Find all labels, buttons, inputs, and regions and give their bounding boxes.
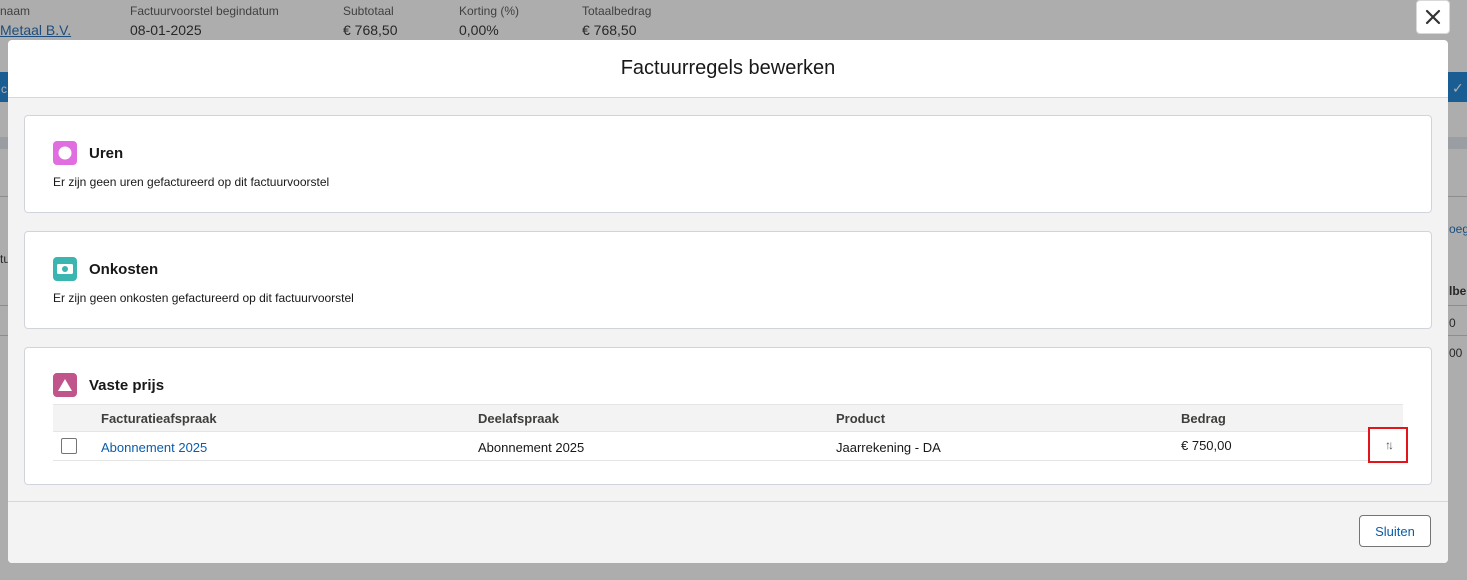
- section-title: Onkosten: [89, 260, 159, 278]
- section-uren: Uren Er zijn geen uren gefactureerd op d…: [24, 115, 1432, 213]
- column-header-bedrag[interactable]: Bedrag: [1181, 411, 1226, 426]
- triangle-icon: [53, 373, 77, 397]
- section-header: Onkosten: [53, 257, 158, 281]
- bedrag-cell: € 750,00: [1181, 438, 1232, 453]
- close-button[interactable]: Sluiten: [1359, 515, 1431, 547]
- row-checkbox[interactable]: [61, 438, 77, 454]
- empty-message: Er zijn geen onkosten gefactureerd op di…: [53, 291, 354, 305]
- close-modal-button[interactable]: [1416, 0, 1450, 34]
- row-action-button[interactable]: ↑↓: [1368, 427, 1408, 463]
- section-header: Vaste prijs: [53, 373, 164, 397]
- column-header-deelafspraak[interactable]: Deelafspraak: [478, 411, 559, 426]
- section-title: Uren: [89, 144, 124, 162]
- section-header: Uren: [53, 141, 123, 165]
- fixed-price-table: Facturatieafspraak Deelafspraak Product …: [53, 404, 1408, 463]
- clock-icon: [53, 141, 77, 165]
- modal-header: Factuurregels bewerken: [8, 40, 1448, 98]
- money-icon: [53, 257, 77, 281]
- section-onkosten: Onkosten Er zijn geen onkosten gefacture…: [24, 231, 1432, 329]
- close-icon: [1425, 9, 1441, 25]
- empty-message: Er zijn geen uren gefactureerd op dit fa…: [53, 175, 330, 189]
- modal-footer: Sluiten: [8, 501, 1448, 563]
- deelafspraak-cell: Abonnement 2025: [478, 440, 585, 455]
- table-row: Abonnement 2025 Abonnement 2025 Jaarreke…: [53, 427, 1408, 463]
- section-title: Vaste prijs: [89, 376, 165, 394]
- modal-title: Factuurregels bewerken: [620, 57, 836, 79]
- facturatieafspraak-link[interactable]: Abonnement 2025: [101, 440, 207, 455]
- product-cell: Jaarrekening - DA: [836, 440, 941, 455]
- modal-body: Uren Er zijn geen uren gefactureerd op d…: [8, 98, 1448, 501]
- edit-invoice-lines-modal: Factuurregels bewerken Uren Er zijn geen…: [8, 40, 1448, 563]
- column-header-product[interactable]: Product: [836, 411, 885, 426]
- swap-arrows-icon: ↑↓: [1385, 438, 1394, 452]
- section-vaste-prijs: Vaste prijs Facturatieafspraak Deelafspr…: [24, 347, 1432, 485]
- table-header: Facturatieafspraak Deelafspraak Product …: [53, 404, 1403, 432]
- column-header-facturatieafspraak[interactable]: Facturatieafspraak: [101, 411, 217, 426]
